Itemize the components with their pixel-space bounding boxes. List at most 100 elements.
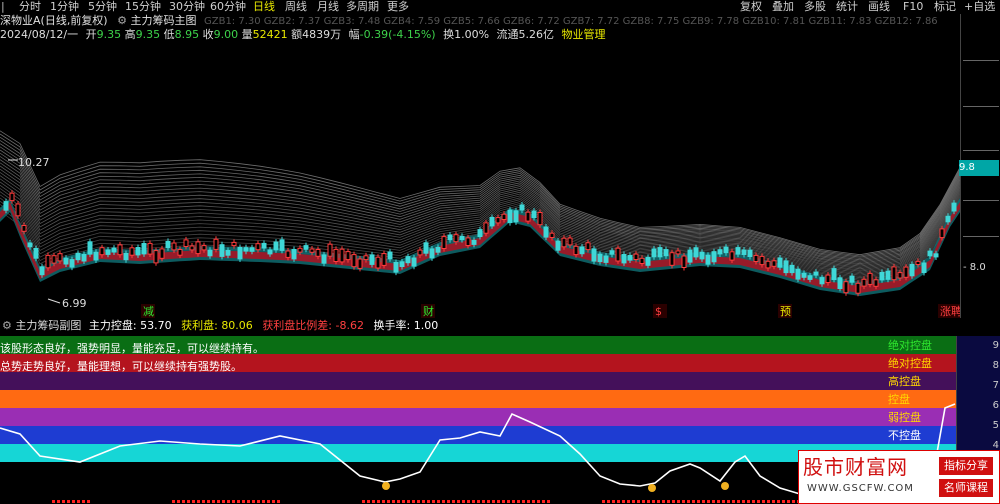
candle-body: [477, 229, 483, 238]
candle-body: [369, 254, 375, 265]
candle-body: [645, 256, 651, 266]
candle-body: [357, 258, 363, 269]
candle-body: [321, 254, 327, 264]
candle-body: [405, 256, 411, 264]
bottom-signal-dot: [372, 500, 375, 503]
candle-body: [51, 255, 57, 264]
candle-body: [747, 249, 753, 257]
bottom-signal-dot: [607, 500, 610, 503]
bottom-signal-dot: [487, 500, 490, 503]
candle-body: [339, 248, 345, 263]
candle-body: [819, 277, 825, 285]
toolbar-button-6[interactable]: 标记: [934, 0, 956, 13]
sub-gear-icon[interactable]: ⚙: [2, 319, 12, 332]
sub-indicator-name[interactable]: 主力筹码副图: [15, 319, 81, 332]
candle-body: [441, 236, 447, 250]
sub-axis-tick: 7: [992, 380, 999, 391]
k3-label: 获利盘比例差:: [262, 319, 333, 332]
candle-body: [195, 241, 201, 255]
candle-body: [63, 257, 69, 265]
candle-body: [657, 247, 663, 258]
candle-body: [735, 247, 741, 255]
period-tab-10[interactable]: 更多: [387, 0, 409, 13]
bottom-signal-dot: [412, 500, 415, 503]
toolbar-button-4[interactable]: 画线: [868, 0, 890, 13]
candle-body: [483, 222, 489, 234]
right-price-axis: 9.8 - 8.0: [959, 14, 1000, 318]
bottom-signal-dot: [267, 500, 270, 503]
toolbar-button-3[interactable]: 统计: [836, 0, 858, 13]
candle-body: [333, 248, 339, 262]
candle-body: [579, 246, 585, 255]
candle-body: [867, 272, 873, 285]
vol-label: 量: [241, 28, 253, 41]
candle-body: [45, 254, 51, 269]
bottom-signal-dot: [682, 500, 685, 503]
toolbar-button-7[interactable]: +自选: [964, 0, 995, 13]
candle-body: [705, 254, 711, 265]
period-tab-1[interactable]: 1分钟: [50, 0, 79, 13]
candle-body: [375, 256, 381, 269]
bottom-signal-dot: [657, 500, 660, 503]
bottom-signal-dot: [422, 500, 425, 503]
main-indicator-name[interactable]: 主力筹码主图: [130, 14, 196, 27]
high-label: 高: [124, 28, 136, 41]
candle-body: [909, 263, 915, 277]
candle-body: [279, 239, 285, 251]
bottom-signal-dot: [387, 500, 390, 503]
sector-name[interactable]: 物业管理: [562, 28, 606, 41]
period-tab-7[interactable]: 周线: [285, 0, 307, 13]
bottom-signal-dot: [472, 500, 475, 503]
candle-body: [255, 243, 261, 251]
period-tab-5[interactable]: 60分钟: [210, 0, 246, 13]
bottom-signal-dot: [437, 500, 440, 503]
candle-body: [897, 272, 903, 279]
candle-body: [117, 244, 123, 256]
toolbar-button-0[interactable]: 复权: [740, 0, 762, 13]
period-tab-0[interactable]: 分时: [19, 0, 41, 13]
bottom-signal-dot: [462, 500, 465, 503]
bottom-signal-dot: [77, 500, 80, 503]
bottom-signal-dot: [277, 500, 280, 503]
candle-body: [411, 257, 417, 267]
period-tab-6[interactable]: 日线: [253, 0, 275, 13]
period-tab-3[interactable]: 15分钟: [125, 0, 161, 13]
toolbar-button-1[interactable]: 叠加: [772, 0, 794, 13]
candle-body: [699, 251, 705, 260]
bottom-signal-dot: [747, 500, 750, 503]
candle-body: [285, 250, 291, 258]
candle-body: [621, 254, 627, 264]
bottom-signal-dot: [252, 500, 255, 503]
current-price-tag: 9.8: [959, 160, 999, 176]
period-tab-2[interactable]: 5分钟: [88, 0, 117, 13]
candle-body: [543, 226, 549, 238]
candle-body: [123, 253, 129, 261]
candle-body: [525, 211, 531, 222]
bottom-signal-dot: [697, 500, 700, 503]
bottom-signal-dot: [242, 500, 245, 503]
bottom-signal-dot: [732, 500, 735, 503]
mid-price-label: - 8.0: [963, 262, 986, 273]
period-tab-4[interactable]: 30分钟: [169, 0, 205, 13]
candle-body: [423, 242, 429, 254]
period-tab-8[interactable]: 月线: [317, 0, 339, 13]
k2-label: 获利盘:: [181, 319, 218, 332]
turn-value: 1.00%: [454, 28, 490, 41]
candlestick-chart[interactable]: 10.27 6.99 减 财 $ 预 涨聘: [0, 44, 960, 318]
high-value: 9.35: [135, 28, 161, 41]
bottom-signal-dot: [227, 500, 230, 503]
bottom-signal-dot: [512, 500, 515, 503]
toolbar-button-2[interactable]: 多股: [804, 0, 826, 13]
candle-body: [945, 215, 951, 223]
gzb-values: GZB1: 7.30 GZB2: 7.37 GZB3: 7.48 GZB4: 7…: [203, 16, 938, 27]
bottom-signal-dot: [217, 500, 220, 503]
period-tab-9[interactable]: 多周期: [346, 0, 379, 13]
candle-body: [465, 237, 471, 246]
candle-body: [75, 252, 81, 261]
bottom-signal-dot: [632, 500, 635, 503]
indicator-gear-icon[interactable]: ⚙: [117, 14, 127, 27]
candle-body: [927, 250, 933, 257]
k4-value: 1.00: [413, 319, 439, 332]
candle-body: [603, 255, 609, 263]
toolbar-button-5[interactable]: F10: [903, 0, 923, 13]
